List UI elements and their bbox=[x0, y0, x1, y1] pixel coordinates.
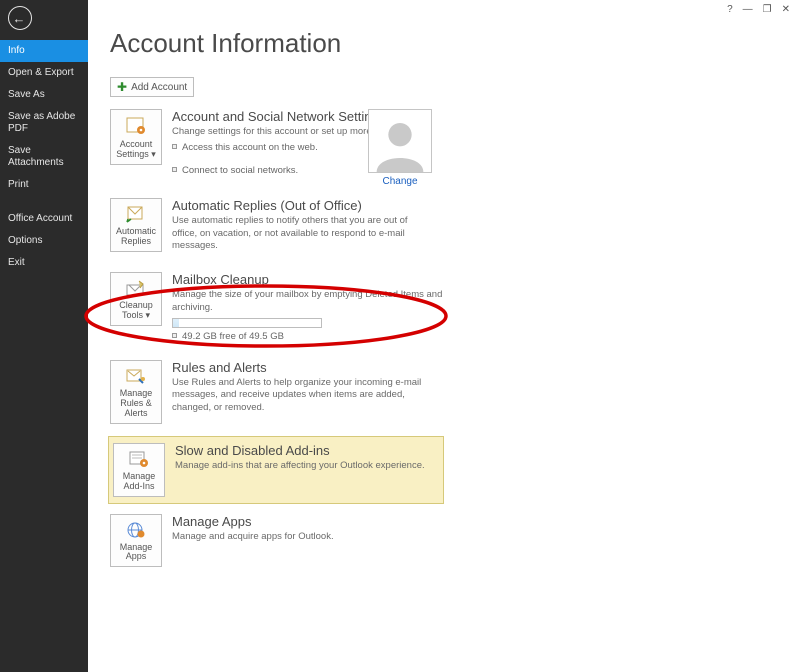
sidebar-item-office-account[interactable]: Office Account bbox=[0, 208, 88, 230]
add-account-label: Add Account bbox=[131, 82, 187, 93]
help-icon[interactable]: ? bbox=[727, 4, 733, 15]
manage-apps-button[interactable]: Manage Apps bbox=[110, 514, 162, 568]
automatic-replies-title: Automatic Replies (Out of Office) bbox=[172, 198, 550, 213]
page-title: Account Information bbox=[110, 28, 800, 59]
addins-title: Slow and Disabled Add-ins bbox=[175, 443, 439, 458]
manage-addins-icon bbox=[128, 450, 150, 468]
content-area: Account Information ✚ Add Account Accoun… bbox=[100, 22, 800, 672]
manage-addins-label: Manage Add-Ins bbox=[116, 472, 162, 492]
mailbox-cleanup-desc: Manage the size of your mailbox by empty… bbox=[172, 289, 472, 314]
manage-apps-label: Manage Apps bbox=[113, 543, 159, 563]
minimize-icon[interactable]: — bbox=[743, 4, 753, 15]
manage-apps-title: Manage Apps bbox=[172, 514, 550, 529]
account-settings-label: Account Settings ▾ bbox=[113, 140, 159, 160]
maximize-icon[interactable]: ❐ bbox=[763, 4, 772, 15]
account-photo-block: Change bbox=[368, 109, 432, 187]
automatic-replies-icon bbox=[125, 205, 147, 223]
section-mailbox-cleanup: Cleanup Tools ▾ Mailbox Cleanup Manage t… bbox=[110, 268, 550, 350]
automatic-replies-button[interactable]: Automatic Replies bbox=[110, 198, 162, 252]
manage-addins-button[interactable]: Manage Add-Ins bbox=[113, 443, 165, 497]
manage-rules-alerts-button[interactable]: Manage Rules & Alerts bbox=[110, 360, 162, 424]
change-photo-link[interactable]: Change bbox=[368, 176, 432, 187]
sidebar-item-save-as[interactable]: Save As bbox=[0, 84, 88, 106]
bullet-icon bbox=[172, 144, 177, 149]
cleanup-tools-icon bbox=[125, 279, 147, 297]
bullet-icon bbox=[172, 333, 177, 338]
backstage-sidebar: ← Info Open & Export Save As Save as Ado… bbox=[0, 0, 88, 672]
title-bar: ? — ❐ ✕ bbox=[0, 0, 800, 18]
bullet-icon bbox=[172, 167, 177, 172]
rules-alerts-desc: Use Rules and Alerts to help organize yo… bbox=[172, 377, 432, 414]
avatar-placeholder[interactable] bbox=[368, 109, 432, 173]
cleanup-tools-label: Cleanup Tools ▾ bbox=[113, 301, 159, 321]
section-account-settings: Account Settings ▾ Account and Social Ne… bbox=[110, 105, 550, 184]
sidebar-item-open-export[interactable]: Open & Export bbox=[0, 62, 88, 84]
account-settings-button[interactable]: Account Settings ▾ bbox=[110, 109, 162, 165]
sidebar-item-exit[interactable]: Exit bbox=[0, 252, 88, 274]
manage-apps-desc: Manage and acquire apps for Outlook. bbox=[172, 531, 432, 543]
mailbox-cleanup-title: Mailbox Cleanup bbox=[172, 272, 550, 287]
rules-alerts-title: Rules and Alerts bbox=[172, 360, 550, 375]
cleanup-tools-button[interactable]: Cleanup Tools ▾ bbox=[110, 272, 162, 326]
sidebar-item-print[interactable]: Print bbox=[0, 174, 88, 196]
section-rules-alerts: Manage Rules & Alerts Rules and Alerts U… bbox=[110, 356, 550, 430]
avatar-icon bbox=[372, 116, 428, 172]
account-settings-web-link[interactable]: Access this account on the web. bbox=[172, 142, 550, 153]
automatic-replies-label: Automatic Replies bbox=[113, 227, 159, 247]
mailbox-free-text: 49.2 GB free of 49.5 GB bbox=[172, 331, 550, 342]
close-icon[interactable]: ✕ bbox=[782, 4, 790, 15]
automatic-replies-desc: Use automatic replies to notify others t… bbox=[172, 215, 432, 252]
section-automatic-replies: Automatic Replies Automatic Replies (Out… bbox=[110, 194, 550, 262]
addins-desc: Manage add-ins that are affecting your O… bbox=[175, 460, 435, 472]
sidebar-item-save-attachments[interactable]: Save Attachments bbox=[0, 140, 88, 174]
add-account-button[interactable]: ✚ Add Account bbox=[110, 77, 194, 97]
rules-alerts-icon bbox=[125, 367, 147, 385]
account-settings-social-link[interactable]: Connect to social networks. bbox=[172, 165, 550, 176]
mailbox-usage-bar bbox=[172, 318, 322, 328]
account-settings-title: Account and Social Network Settings bbox=[172, 109, 550, 124]
section-addins-highlighted: Manage Add-Ins Slow and Disabled Add-ins… bbox=[108, 436, 444, 504]
manage-apps-icon bbox=[125, 521, 147, 539]
manage-rules-alerts-label: Manage Rules & Alerts bbox=[113, 389, 159, 419]
account-settings-icon bbox=[125, 116, 147, 136]
plus-icon: ✚ bbox=[117, 81, 127, 93]
sidebar-item-info[interactable]: Info bbox=[0, 40, 88, 62]
section-manage-apps: Manage Apps Manage Apps Manage and acqui… bbox=[110, 510, 550, 574]
sidebar-item-save-adobe-pdf[interactable]: Save as Adobe PDF bbox=[0, 106, 88, 140]
sidebar-item-options[interactable]: Options bbox=[0, 230, 88, 252]
